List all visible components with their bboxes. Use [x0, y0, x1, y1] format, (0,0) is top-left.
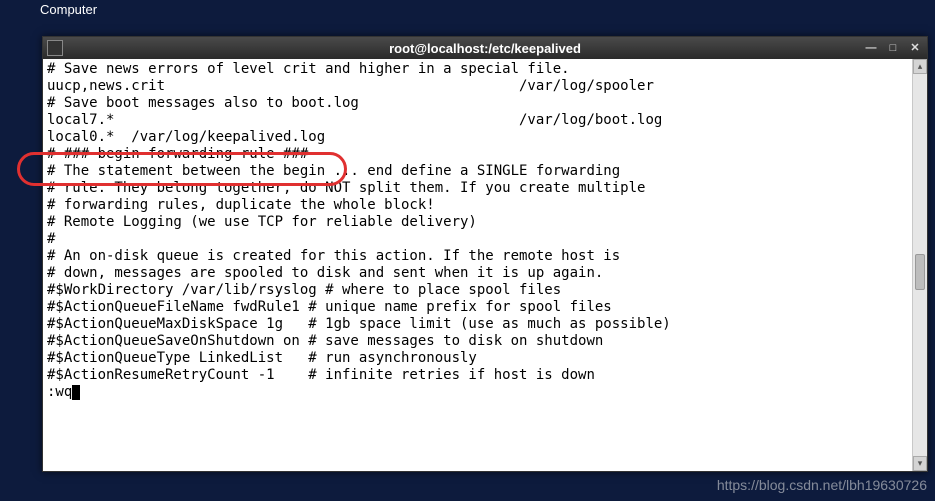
- window-controls: — □ ✕: [863, 41, 923, 55]
- editor-line: # ### begin forwarding rule ###: [47, 146, 908, 163]
- desktop-icon-computer[interactable]: Computer: [40, 0, 97, 17]
- editor-line: # rule. They belong together, do NOT spl…: [47, 180, 908, 197]
- close-button[interactable]: ✕: [907, 41, 923, 55]
- editor-line: # An on-disk queue is created for this a…: [47, 248, 908, 265]
- editor-line: #$ActionQueueFileName fwdRule1 # unique …: [47, 299, 908, 316]
- scroll-down-button[interactable]: ▾: [913, 456, 927, 471]
- editor-line: # The statement between the begin ... en…: [47, 163, 908, 180]
- editor-line: #$WorkDirectory /var/lib/rsyslog # where…: [47, 282, 908, 299]
- editor-line: #$ActionQueueType LinkedList # run async…: [47, 350, 908, 367]
- editor-line: # Save news errors of level crit and hig…: [47, 61, 908, 78]
- desktop-icon-label: Computer: [40, 2, 97, 17]
- watermark-text: https://blog.csdn.net/lbh19630726: [717, 477, 927, 493]
- editor-line: # Remote Logging (we use TCP for reliabl…: [47, 214, 908, 231]
- window-title: root@localhost:/etc/keepalived: [43, 41, 927, 56]
- editor-line: # forwarding rules, duplicate the whole …: [47, 197, 908, 214]
- editor-line: # Save boot messages also to boot.log: [47, 95, 908, 112]
- editor-line: #: [47, 231, 908, 248]
- editor-area: # Save news errors of level crit and hig…: [43, 59, 927, 471]
- cursor: [72, 385, 80, 400]
- editor-content[interactable]: # Save news errors of level crit and hig…: [43, 59, 912, 471]
- scroll-thumb[interactable]: [915, 254, 925, 290]
- vim-command-line[interactable]: :wq: [47, 384, 908, 401]
- minimize-button[interactable]: —: [863, 41, 879, 55]
- titlebar[interactable]: root@localhost:/etc/keepalived — □ ✕: [43, 37, 927, 59]
- scroll-up-button[interactable]: ▴: [913, 59, 927, 74]
- editor-line: local0.* /var/log/keepalived.log: [47, 129, 908, 146]
- editor-line: uucp,news.crit /var/log/spooler: [47, 78, 908, 95]
- editor-line: #$ActionResumeRetryCount -1 # infinite r…: [47, 367, 908, 384]
- editor-line: #$ActionQueueSaveOnShutdown on # save me…: [47, 333, 908, 350]
- scrollbar-vertical[interactable]: ▴ ▾: [912, 59, 927, 471]
- editor-line: local7.* /var/log/boot.log: [47, 112, 908, 129]
- editor-line: #$ActionQueueMaxDiskSpace 1g # 1gb space…: [47, 316, 908, 333]
- maximize-button[interactable]: □: [885, 41, 901, 55]
- terminal-icon: [47, 40, 63, 56]
- editor-line: # down, messages are spooled to disk and…: [47, 265, 908, 282]
- terminal-window: root@localhost:/etc/keepalived — □ ✕ # S…: [42, 36, 928, 472]
